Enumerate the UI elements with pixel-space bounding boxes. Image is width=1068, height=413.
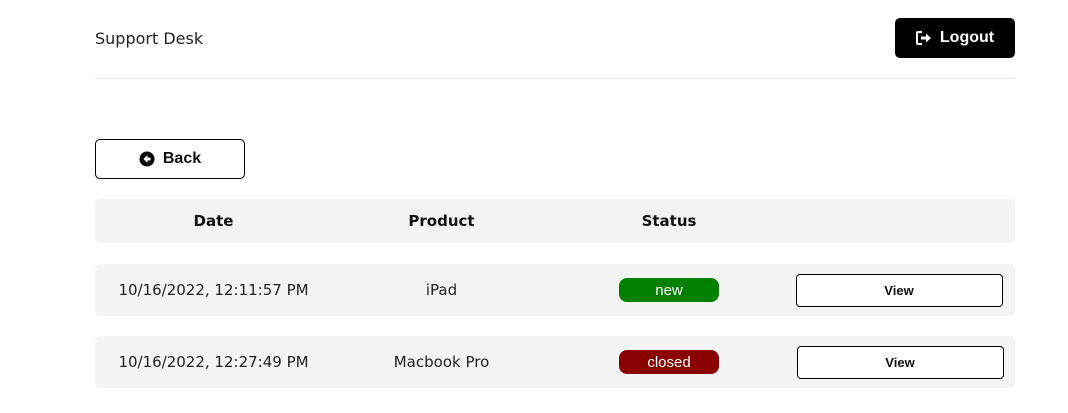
column-header-product: Product [408, 212, 475, 230]
table-header: Date Product Status [95, 199, 1015, 243]
view-ticket-button[interactable]: View [795, 273, 1003, 307]
table-row: 10/16/2022, 12:11:57 PM iPad new View [95, 264, 1015, 316]
status-badge: new [619, 278, 719, 302]
header: Support Desk Logout [95, 0, 1015, 79]
logout-label: Logout [939, 29, 995, 46]
table-row: 10/16/2022, 12:27:49 PM Macbook Pro clos… [95, 336, 1015, 388]
column-header-date: Date [193, 212, 234, 230]
view-ticket-button[interactable]: View [796, 345, 1004, 379]
page: Support Desk Logout Back Date Product St… [0, 0, 1068, 413]
ticket-date: 10/16/2022, 12:11:57 PM [118, 281, 309, 299]
column-header-status: Status [641, 212, 697, 230]
sign-out-icon [915, 31, 932, 45]
ticket-product: iPad [425, 281, 458, 299]
ticket-date: 10/16/2022, 12:27:49 PM [118, 353, 309, 371]
back-label: Back [162, 150, 202, 167]
logout-button[interactable]: Logout [895, 18, 1015, 58]
ticket-product: Macbook Pro [393, 353, 490, 371]
back-button[interactable]: Back [95, 139, 245, 179]
arrow-circle-left-icon [139, 151, 155, 167]
status-badge: closed [619, 350, 719, 374]
column-header-action [787, 199, 1015, 243]
brand-link[interactable]: Support Desk [95, 29, 203, 48]
